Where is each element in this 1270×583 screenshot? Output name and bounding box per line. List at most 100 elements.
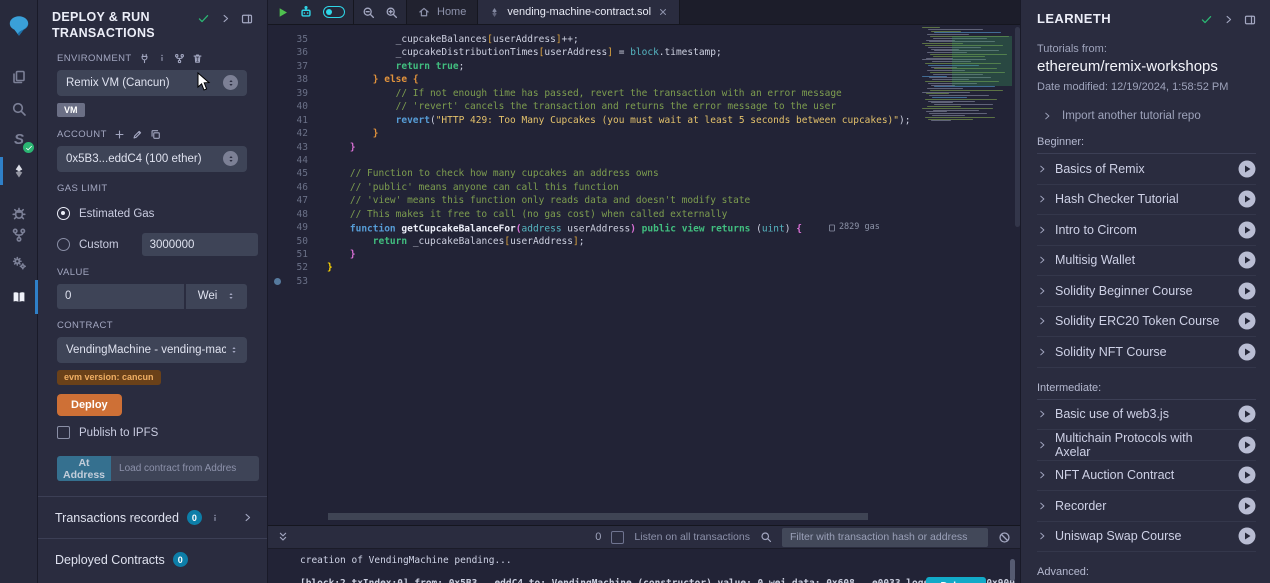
expand-transactions-icon[interactable] [242,512,253,523]
code-line[interactable]: 51 } [268,248,1020,261]
start-tutorial-play-button[interactable] [1238,282,1256,300]
start-tutorial-play-button[interactable] [1238,221,1256,239]
code-line[interactable]: 43 } [268,141,1020,154]
line-number[interactable]: 40 [268,100,308,113]
terminal-filter-input[interactable] [782,528,988,547]
plugin-settings-icon[interactable] [0,248,38,278]
start-tutorial-play-button[interactable] [1238,527,1256,545]
git-icon[interactable] [0,220,38,250]
custom-gas-input[interactable] [142,233,258,256]
code-editor[interactable]: 35 _cupcakeBalances[userAddress]++;36 _c… [268,25,1020,288]
start-tutorial-play-button[interactable] [1238,312,1256,330]
line-number[interactable]: 50 [268,235,308,248]
plug-icon[interactable] [139,53,150,64]
estimated-gas-radio[interactable] [57,207,70,220]
at-address-input[interactable] [111,456,259,481]
value-unit-select[interactable]: Wei [186,284,247,309]
solidity-compiler-icon[interactable]: S [0,124,38,154]
tutorial-item[interactable]: Uniswap Swap Course [1037,522,1256,553]
tutorial-item[interactable]: Solidity NFT Course [1037,337,1256,368]
tutorial-item[interactable]: Solidity ERC20 Token Course [1037,307,1256,338]
line-number[interactable]: 49 [268,221,308,234]
panel-collapse-icon[interactable] [220,13,231,24]
sign-message-icon[interactable] [132,129,143,140]
line-number[interactable]: 48 [268,208,308,221]
listen-all-checkbox[interactable] [611,531,624,544]
start-tutorial-play-button[interactable] [1238,251,1256,269]
account-select[interactable]: 0x5B3...eddC4 (100 ether) [57,146,247,172]
line-number[interactable]: 38 [268,73,308,86]
custom-gas-option[interactable]: Custom [57,234,247,256]
add-account-icon[interactable] [114,129,125,140]
zoom-in-button[interactable] [385,6,398,19]
line-number[interactable]: 52 [268,261,308,274]
custom-gas-radio[interactable] [57,238,70,251]
line-number[interactable]: 45 [268,167,308,180]
clear-terminal-icon[interactable] [998,531,1011,544]
line-number[interactable]: 39 [268,87,308,100]
line-number[interactable]: 35 [268,33,308,46]
start-tutorial-play-button[interactable] [1238,405,1256,423]
line-number[interactable]: 44 [268,154,308,167]
deploy-button[interactable]: Deploy [57,394,122,416]
line-number[interactable]: 41 [268,114,308,127]
tutorial-item[interactable]: Multisig Wallet [1037,246,1256,277]
code-line[interactable]: 44 [268,154,1020,167]
import-tutorial-repo[interactable]: Import another tutorial repo [1037,110,1256,122]
code-line[interactable]: 49 function getCupcakeBalanceFor(address… [268,221,1020,234]
editor-minimap[interactable] [922,27,1016,513]
code-line[interactable]: 47 // 'view' means this function only re… [268,194,1020,207]
tutorial-item[interactable]: Solidity Beginner Course [1037,276,1256,307]
code-line[interactable]: 46 // 'public' means anyone can call thi… [268,181,1020,194]
fork-state-icon[interactable] [174,53,185,64]
start-tutorial-play-button[interactable] [1238,343,1256,361]
code-line[interactable]: 53 [268,275,1020,288]
terminal-scrollbar[interactable] [1010,559,1015,581]
debug-button[interactable]: Debug [926,577,986,583]
tutorial-item[interactable]: Basic use of web3.js [1037,400,1256,431]
at-address-button[interactable]: At Address [57,456,111,481]
line-number[interactable]: 37 [268,60,308,73]
tutorial-item[interactable]: NFT Auction Contract [1037,461,1256,492]
editor-horizontal-scrollbar[interactable] [328,513,868,520]
start-tutorial-play-button[interactable] [1238,497,1256,515]
search-icon[interactable] [0,94,38,124]
code-line[interactable]: 42 } [268,127,1020,140]
deploy-run-icon[interactable] [0,156,38,186]
code-line[interactable]: 41 revert("HTTP 429: Too Many Cupcakes (… [268,114,1020,127]
line-number[interactable]: 42 [268,127,308,140]
line-number[interactable]: 43 [268,141,308,154]
contract-select[interactable]: VendingMachine - vending-machin [57,337,247,363]
code-line[interactable]: 40 // 'revert' cancels the transaction a… [268,100,1020,113]
publish-ipfs-checkbox[interactable] [57,426,70,439]
line-number[interactable]: 47 [268,194,308,207]
tutorial-item[interactable]: Multichain Protocols with Axelar [1037,430,1256,461]
panel-pin-icon[interactable] [241,13,253,25]
terminal-search-icon[interactable] [760,531,772,543]
remix-logo-icon[interactable] [0,6,38,46]
start-tutorial-play-button[interactable] [1238,190,1256,208]
delete-state-icon[interactable] [192,53,203,64]
start-tutorial-play-button[interactable] [1238,436,1256,454]
tab-vending-machine-contract[interactable]: vending-machine-contract.sol [478,0,680,24]
run-script-button[interactable] [276,6,289,19]
transactions-info-icon[interactable] [210,513,220,523]
code-line[interactable]: 48 // This makes it free to call (no gas… [268,208,1020,221]
tutorial-item[interactable]: Intro to Circom [1037,215,1256,246]
code-line[interactable]: 45 // Function to check how many cupcake… [268,167,1020,180]
tab-home[interactable]: Home [407,0,478,24]
file-explorer-icon[interactable] [0,62,38,92]
environment-info-icon[interactable] [157,53,167,63]
code-line[interactable]: 52} [268,261,1020,274]
tutorial-item[interactable]: Hash Checker Tutorial [1037,185,1256,216]
learneth-pin-icon[interactable] [1244,14,1256,26]
zoom-out-button[interactable] [362,6,375,19]
line-number[interactable]: 36 [268,46,308,59]
copy-account-icon[interactable] [150,129,161,140]
code-line[interactable]: 37 return true; [268,60,1020,73]
start-tutorial-play-button[interactable] [1238,160,1256,178]
copilot-toggle[interactable] [323,6,345,18]
ai-copilot-icon[interactable] [299,5,313,19]
code-line[interactable]: 50 return _cupcakeBalances[userAddress]; [268,235,1020,248]
deployed-contracts-row[interactable]: Deployed Contracts 0 [38,539,267,580]
